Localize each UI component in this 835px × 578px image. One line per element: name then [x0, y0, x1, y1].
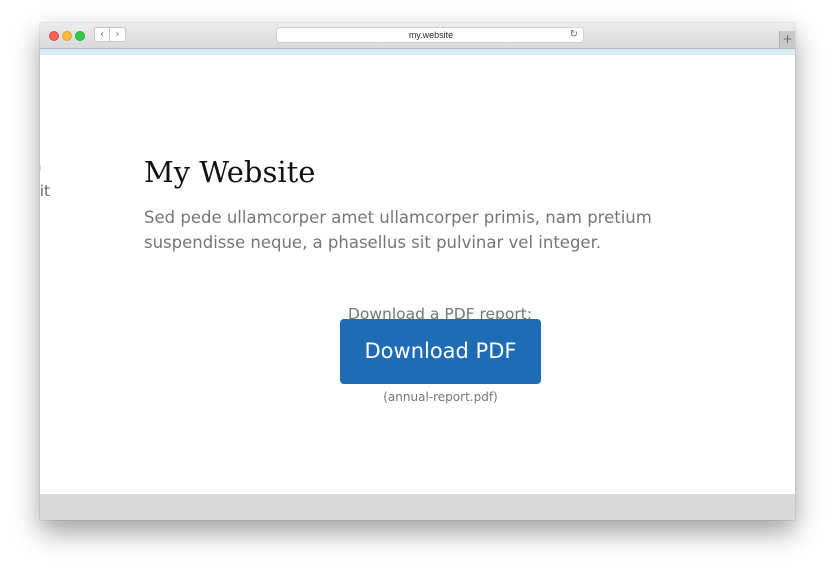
- clipped-side-text: sit: [40, 182, 50, 200]
- forward-button[interactable]: ›: [110, 27, 126, 42]
- address-bar[interactable]: my.website ↻: [276, 27, 584, 43]
- forward-arrow-icon: ›: [115, 29, 120, 40]
- intro-paragraph: Sed pede ullamcorper amet ullamcorper pr…: [144, 208, 652, 252]
- clipped-side-text: n: [40, 157, 42, 175]
- browser-titlebar: ‹ › my.website ↻ +: [40, 23, 795, 49]
- download-pdf-button[interactable]: Download PDF: [340, 319, 541, 384]
- download-filename: (annual-report.pdf): [383, 390, 498, 404]
- page-title: My Website: [144, 155, 316, 189]
- zoom-window-button[interactable]: [75, 31, 85, 41]
- page-content: n sit My Website Sed pede ullamcorper am…: [40, 55, 795, 494]
- plus-icon: +: [782, 32, 793, 46]
- back-arrow-icon: ‹: [100, 29, 104, 40]
- browser-window: ‹ › my.website ↻ + n sit My Website Sed …: [40, 23, 795, 520]
- close-window-button[interactable]: [49, 31, 59, 41]
- reload-icon[interactable]: ↻: [570, 28, 578, 42]
- url-text: my.website: [408, 30, 454, 40]
- back-button[interactable]: ‹: [94, 27, 110, 42]
- minimize-window-button[interactable]: [62, 31, 72, 41]
- browser-bottom-bar: [40, 494, 795, 520]
- new-tab-button[interactable]: +: [779, 31, 795, 48]
